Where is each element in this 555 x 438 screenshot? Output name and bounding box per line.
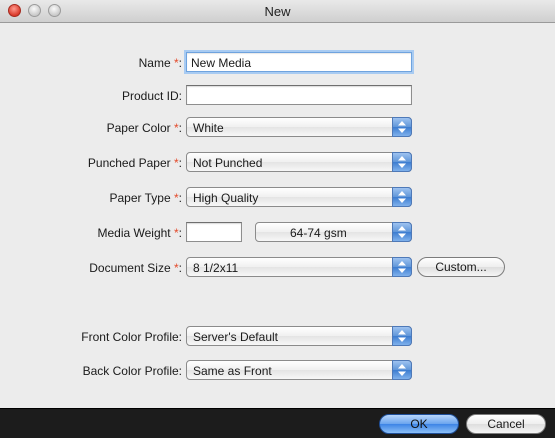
back-color-profile-value: Same as Front (193, 364, 272, 378)
media-weight-label: Media Weight *: (97, 226, 182, 240)
up-down-arrows-icon (392, 360, 412, 380)
back-color-profile-row: Back Color Profile: Same as Front (0, 360, 555, 382)
front-color-profile-row: Front Color Profile: Server's Default (0, 326, 555, 348)
up-down-arrows-icon (392, 187, 412, 207)
product-id-label: Product ID: (121, 89, 182, 103)
document-size-row: Document Size *: 8 1/2x11 Custom... (0, 257, 555, 279)
paper-type-row: Paper Type *: High Quality (0, 187, 555, 209)
back-color-profile-label: Back Color Profile: (82, 364, 182, 378)
up-down-arrows-icon (392, 257, 412, 277)
name-label: Name *: (138, 56, 182, 70)
ok-button[interactable]: OK (379, 414, 459, 434)
paper-type-select[interactable]: High Quality (186, 187, 412, 207)
media-weight-row: Media Weight *: 64-74 gsm (0, 222, 555, 244)
document-size-select[interactable]: 8 1/2x11 (186, 257, 412, 277)
paper-type-value: High Quality (193, 191, 259, 205)
up-down-arrows-icon (392, 222, 412, 242)
dialog-button-bar: OK Cancel (0, 408, 555, 438)
cancel-button[interactable]: Cancel (466, 414, 546, 434)
paper-color-select[interactable]: White (186, 117, 412, 137)
document-size-label: Document Size *: (89, 261, 182, 275)
up-down-arrows-icon (392, 117, 412, 137)
media-weight-field[interactable] (186, 222, 242, 242)
new-media-dialog: New Name *: New Media Product ID: Paper … (0, 0, 555, 438)
paper-type-label: Paper Type *: (109, 191, 182, 205)
front-color-profile-select[interactable]: Server's Default (186, 326, 412, 346)
punched-paper-label: Punched Paper *: (87, 156, 182, 170)
name-row: Name *: New Media (0, 52, 555, 74)
back-color-profile-select[interactable]: Same as Front (186, 360, 412, 380)
punched-paper-value: Not Punched (193, 156, 263, 170)
title-bar: New (0, 0, 555, 23)
product-id-row: Product ID: (0, 85, 555, 107)
product-id-field[interactable] (186, 85, 412, 105)
window-title: New (264, 4, 291, 19)
document-size-value: 8 1/2x11 (193, 261, 239, 275)
paper-color-value: White (193, 121, 224, 135)
name-value: New Media (191, 56, 252, 70)
punched-paper-row: Punched Paper *: Not Punched (0, 152, 555, 174)
paper-color-label: Paper Color *: (106, 121, 182, 135)
up-down-arrows-icon (392, 152, 412, 172)
name-field[interactable]: New Media (186, 52, 412, 72)
paper-color-row: Paper Color *: White (0, 117, 555, 139)
up-down-arrows-icon (392, 326, 412, 346)
front-color-profile-label: Front Color Profile: (81, 330, 182, 344)
custom-size-button[interactable]: Custom... (417, 257, 505, 277)
media-weight-range-value: 64-74 gsm (290, 226, 347, 240)
front-color-profile-value: Server's Default (193, 330, 278, 344)
punched-paper-select[interactable]: Not Punched (186, 152, 412, 172)
media-weight-range-select[interactable]: 64-74 gsm (255, 222, 412, 242)
